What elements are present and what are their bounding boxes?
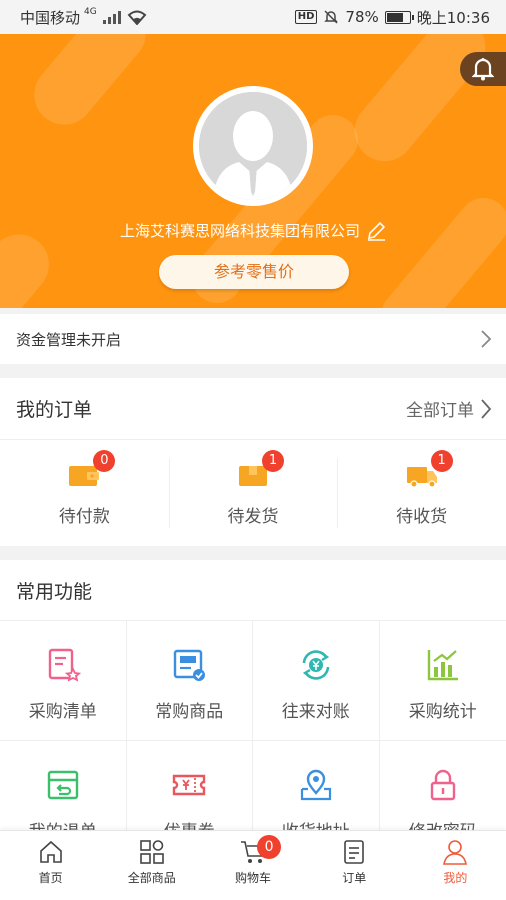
profile-header: 上海艾科赛思网络科技集团有限公司 参考零售价 bbox=[0, 34, 506, 308]
function-label: 我的退单 bbox=[29, 817, 97, 830]
default-avatar-icon bbox=[199, 92, 307, 200]
retail-price-button[interactable]: 参考零售价 bbox=[159, 255, 349, 289]
clock: 晚上10:36 bbox=[416, 8, 490, 27]
fund-management-label: 资金管理未开启 bbox=[16, 330, 122, 349]
battery-icon bbox=[384, 10, 414, 24]
function-label: 修改密码 bbox=[409, 817, 477, 830]
wallet-icon: 0 bbox=[67, 449, 116, 490]
address-icon bbox=[300, 769, 331, 801]
cart-badge: 0 bbox=[257, 835, 282, 859]
function-label: 往来对账 bbox=[281, 702, 350, 722]
lock-icon bbox=[430, 769, 455, 801]
coupon-icon bbox=[173, 774, 206, 796]
package-icon: 1 bbox=[236, 449, 284, 490]
frequent-goods-icon bbox=[174, 649, 206, 681]
order-status-pending-shipment[interactable]: 1 待发货 bbox=[168, 440, 338, 546]
categories-icon bbox=[139, 840, 164, 864]
tab-home[interactable]: 首页 bbox=[0, 831, 101, 900]
tab-orders[interactable]: 订单 bbox=[304, 831, 405, 900]
function-address[interactable]: 收货地址 bbox=[253, 741, 380, 830]
order-status-pending-receipt[interactable]: 1 待收货 bbox=[337, 440, 506, 546]
tab-label: 购物车 bbox=[235, 871, 272, 885]
hd-icon: HD bbox=[294, 10, 318, 24]
edit-icon[interactable] bbox=[366, 221, 386, 241]
carrier-label: 中国移动 bbox=[20, 8, 81, 27]
function-reconcile[interactable]: 往来对账 bbox=[253, 621, 380, 741]
order-label: 待付款 bbox=[58, 506, 110, 527]
tab-label: 全部商品 bbox=[127, 871, 176, 885]
function-my-returns[interactable]: 我的退单 bbox=[0, 741, 127, 830]
chevron-right-icon bbox=[481, 398, 492, 419]
orders-title: 我的订单 bbox=[16, 399, 93, 421]
tab-mine[interactable]: 我的 bbox=[405, 831, 506, 900]
function-purchase-stats[interactable]: 采购统计 bbox=[379, 621, 506, 741]
network-type: 4G bbox=[84, 7, 97, 17]
avatar[interactable] bbox=[193, 86, 313, 206]
tab-label: 首页 bbox=[38, 871, 63, 885]
battery-percent: 78% bbox=[345, 8, 379, 26]
function-label: 优惠券 bbox=[164, 817, 215, 830]
user-icon bbox=[443, 840, 468, 865]
order-list-icon bbox=[344, 840, 365, 864]
order-badge: 0 bbox=[93, 449, 116, 472]
all-orders-link[interactable]: 全部订单 bbox=[406, 396, 492, 421]
function-change-password[interactable]: 修改密码 bbox=[380, 741, 506, 830]
reconcile-icon bbox=[302, 650, 330, 680]
function-frequent-goods[interactable]: 常购商品 bbox=[126, 621, 253, 741]
order-badge: 1 bbox=[262, 449, 284, 472]
tab-cart[interactable]: 0 购物车 bbox=[202, 831, 303, 900]
company-name[interactable]: 上海艾科赛思网络科技集团有限公司 bbox=[0, 220, 506, 241]
bottom-tab-bar: 首页 全部商品 0 购物车 订单 我的 bbox=[0, 830, 506, 900]
chevron-right-icon bbox=[481, 330, 492, 348]
function-label: 采购统计 bbox=[408, 702, 477, 722]
return-icon bbox=[47, 770, 78, 800]
all-orders-label: 全部订单 bbox=[406, 401, 474, 421]
function-coupons[interactable]: 优惠券 bbox=[127, 741, 253, 830]
mute-bell-icon bbox=[324, 10, 339, 24]
tab-all-goods[interactable]: 全部商品 bbox=[101, 831, 202, 900]
wifi-icon bbox=[127, 10, 147, 25]
function-label: 收货地址 bbox=[282, 817, 350, 830]
home-icon bbox=[39, 840, 62, 863]
functions-title: 常用功能 bbox=[16, 580, 93, 603]
signal-icon bbox=[102, 10, 121, 24]
orders-header: 我的订单 全部订单 bbox=[0, 378, 506, 440]
status-bar: 中国移动 4G HD 78% 晚上10:36 bbox=[0, 0, 506, 34]
function-label: 采购清单 bbox=[28, 702, 97, 722]
truck-icon: 1 bbox=[405, 449, 453, 490]
bell-icon bbox=[472, 58, 494, 81]
fund-management-row[interactable]: 资金管理未开启 bbox=[0, 314, 506, 364]
stats-icon bbox=[427, 650, 458, 681]
tab-label: 订单 bbox=[342, 871, 367, 885]
purchase-list-icon bbox=[48, 648, 81, 682]
function-label: 常购商品 bbox=[155, 702, 224, 722]
notification-button[interactable] bbox=[460, 52, 506, 86]
orders-panel: 我的订单 全部订单 0 待付款 1 待发货 1 待收货 bbox=[0, 378, 506, 546]
order-label: 待发货 bbox=[227, 506, 279, 527]
order-badge: 1 bbox=[430, 449, 453, 472]
common-functions-panel: 常用功能 采购清单 常购商品 往来对账 采购统计 我的退单 优惠券 收货地址 bbox=[0, 560, 506, 830]
order-label: 待收货 bbox=[396, 506, 448, 527]
company-name-text: 上海艾科赛思网络科技集团有限公司 bbox=[119, 222, 360, 240]
function-purchase-list[interactable]: 采购清单 bbox=[0, 621, 127, 741]
tab-label: 我的 bbox=[443, 871, 468, 885]
order-status-pending-payment[interactable]: 0 待付款 bbox=[0, 440, 169, 546]
